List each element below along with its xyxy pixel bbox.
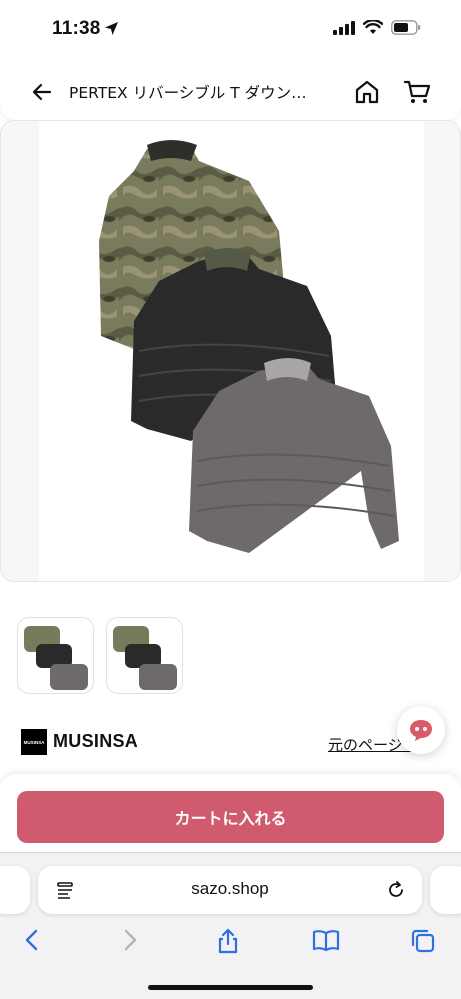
status-bar: 11:38 — [0, 0, 461, 62]
jackets-illustration — [99, 140, 399, 553]
bottom-action-panel: カートに入れる — [0, 774, 461, 858]
page-title: PERTEX リバーシブル T ダウン… — [69, 84, 307, 102]
product-image[interactable] — [0, 120, 461, 582]
thumbnail[interactable] — [106, 617, 183, 694]
battery-icon — [391, 20, 421, 35]
address-bar[interactable]: sazo.shop — [38, 866, 422, 914]
nav-header: PERTEX リバーシブル T ダウン… — [0, 62, 461, 120]
share-icon[interactable] — [216, 928, 240, 954]
home-icon[interactable] — [354, 79, 380, 105]
url-text[interactable]: sazo.shop — [38, 879, 422, 899]
bookmarks-icon[interactable] — [312, 928, 340, 952]
cart-icon[interactable] — [403, 79, 431, 105]
wifi-icon — [363, 20, 383, 34]
home-indicator — [148, 985, 313, 990]
location-arrow-icon — [105, 22, 118, 35]
reload-icon[interactable] — [386, 880, 406, 900]
brand-name[interactable]: MUSINSA — [53, 731, 138, 752]
browser-forward-icon[interactable] — [120, 928, 140, 952]
thumbnail[interactable] — [17, 617, 94, 694]
signal-icon — [333, 20, 355, 35]
brand-logo: MUSINSA — [21, 729, 47, 755]
status-time: 11:38 — [52, 18, 101, 39]
browser-back-icon[interactable] — [22, 928, 42, 952]
chat-icon — [410, 720, 432, 741]
back-arrow-icon[interactable] — [30, 80, 54, 104]
next-tab-preview[interactable] — [430, 866, 461, 914]
tabs-icon[interactable] — [410, 928, 436, 954]
browser-toolbar: sazo.shop — [0, 852, 461, 999]
add-to-cart-button[interactable]: カートに入れる — [17, 791, 444, 843]
chat-button[interactable] — [397, 706, 445, 754]
thumbnail-strip — [17, 617, 183, 694]
previous-tab-preview[interactable] — [0, 866, 30, 914]
